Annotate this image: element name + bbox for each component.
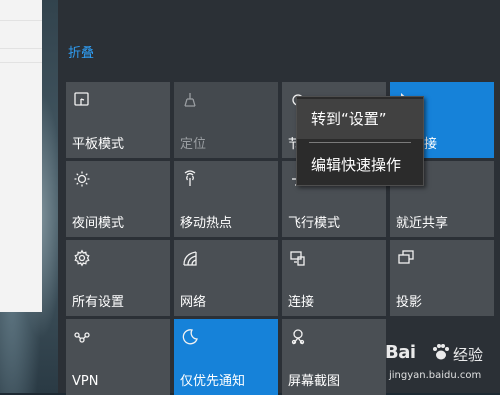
tile-label: 投影 [396,295,423,310]
vpn-icon [72,327,92,347]
tile-connect[interactable]: 连接 [282,240,386,316]
connect-icon [288,248,308,268]
tile-mobile-hotspot[interactable]: 移动热点 [174,161,278,237]
tile-focus-assist[interactable]: 仅优先通知 [174,319,278,395]
tile-label: 定位 [180,137,207,152]
tile-tablet-mode[interactable]: 平板模式 [66,82,170,158]
tile-project[interactable]: 投影 [390,240,494,316]
tile-night-light[interactable]: 夜间模式 [66,161,170,237]
tile-label: 仅优先通知 [180,374,246,389]
window-divider [0,62,42,63]
network-icon [180,248,200,268]
menu-item-edit-quick-actions[interactable]: 编辑快速操作 [297,145,423,185]
tile-label: 网络 [180,295,207,310]
tile-all-settings[interactable]: 所有设置 [66,240,170,316]
paw-icon [431,342,451,362]
window-divider [0,48,42,49]
collapse-link[interactable]: 折叠 [68,42,94,61]
background-window [0,0,42,312]
tile-label: 就近共享 [396,216,449,231]
watermark-brand: Bai [385,342,416,363]
location-icon [180,90,200,110]
tablet-mode-icon [72,90,92,110]
watermark-cn: 经验 [453,346,484,364]
tile-label: 所有设置 [72,295,125,310]
brightness-icon [72,169,92,189]
context-menu: 转到“设置” 编辑快速操作 [296,96,424,186]
project-icon [396,248,416,268]
tile-label: 夜间模式 [72,216,125,231]
snip-icon [288,327,308,347]
tile-label: 接 [424,137,438,152]
tile-vpn[interactable]: VPN [66,319,170,395]
tile-label: VPN [72,374,99,389]
tile-label: 屏幕截图 [288,374,341,389]
tile-location[interactable]: 定位 [174,82,278,158]
menu-separator [309,142,411,143]
tile-label: 飞行模式 [288,216,341,231]
tile-network[interactable]: 网络 [174,240,278,316]
watermark-url: jingyan.baidu.com [389,370,482,381]
tile-screen-snip[interactable]: 屏幕截图 [282,319,386,395]
menu-item-go-to-settings[interactable]: 转到“设置” [297,99,423,139]
hotspot-icon [180,169,200,189]
tile-label: 平板模式 [72,137,125,152]
window-divider [0,20,42,21]
baidu-watermark: Bai 经验 jingyan.baidu.com [383,338,500,393]
gear-icon [72,248,92,268]
tile-label: 连接 [288,295,315,310]
tile-label: 移动热点 [180,216,233,231]
moon-icon [180,327,200,347]
